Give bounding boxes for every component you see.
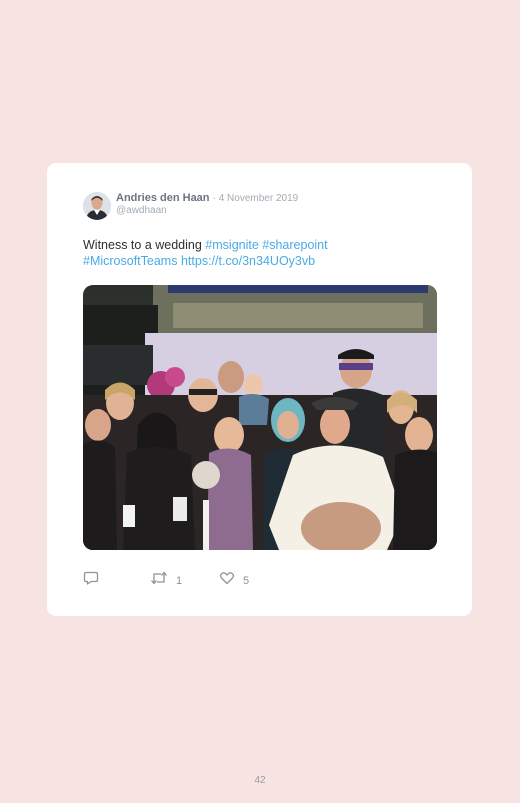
- tweet-card: Andries den Haan · 4 November 2019 @awdh…: [47, 163, 472, 616]
- like-count: 5: [243, 574, 250, 587]
- reply-action[interactable]: [83, 570, 99, 591]
- tweet-link[interactable]: https://t.co/3n34UOy3vb: [181, 254, 315, 268]
- like-action[interactable]: 5: [219, 570, 249, 591]
- author-name[interactable]: Andries den Haan: [116, 192, 210, 204]
- heart-icon[interactable]: [219, 570, 235, 591]
- author-avatar[interactable]: [83, 192, 111, 220]
- retweet-icon[interactable]: [150, 570, 168, 591]
- author-handle[interactable]: @awdhaan: [116, 205, 167, 216]
- page-number: 42: [254, 775, 266, 786]
- reply-icon[interactable]: [83, 570, 99, 591]
- hashtag-msignite[interactable]: #msignite: [205, 238, 259, 252]
- author-line: Andries den Haan · 4 November 2019: [116, 192, 298, 204]
- retweet-action[interactable]: 1: [150, 570, 182, 591]
- tweet-text-prefix: Witness to a wedding: [83, 238, 206, 252]
- tweet-text: Witness to a wedding #msignite #sharepoi…: [83, 238, 433, 269]
- tweet-actions: 1 5: [83, 570, 383, 588]
- tweet-date: · 4 November 2019: [212, 193, 299, 204]
- hashtag-microsoftteams[interactable]: #MicrosoftTeams: [83, 254, 177, 268]
- retweet-count: 1: [176, 574, 183, 587]
- hashtag-sharepoint[interactable]: #sharepoint: [262, 238, 327, 252]
- tweet-photo[interactable]: [83, 285, 437, 550]
